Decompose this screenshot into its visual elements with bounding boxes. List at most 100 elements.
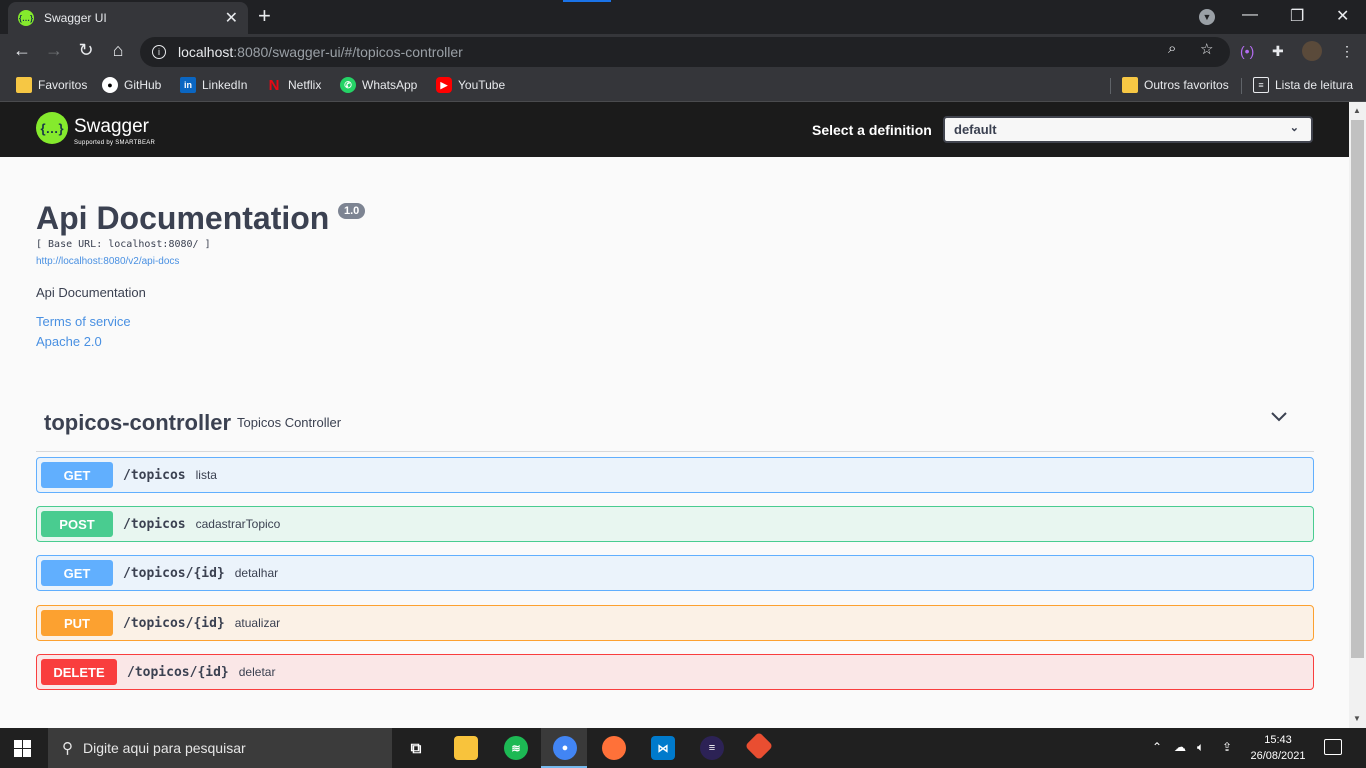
method-badge: GET: [41, 462, 113, 488]
bookmark-lista-de-leitura[interactable]: ≡ Lista de leitura: [1253, 77, 1353, 93]
address-url[interactable]: localhost:8080/swagger-ui/#/topicos-cont…: [178, 44, 463, 60]
bookmark-linkedin[interactable]: in LinkedIn: [180, 77, 247, 93]
clock-time: 15:43: [1264, 734, 1292, 746]
windows-taskbar: ⚲ Digite aqui para pesquisar ⧉ ≋ ● ⋈ ≡ ⌃…: [0, 728, 1366, 768]
operation-path: /topicos: [123, 516, 186, 532]
operation-summary: deletar: [238, 665, 276, 679]
github-icon: ●: [102, 77, 118, 93]
controller-description: Topicos Controller: [237, 415, 342, 430]
operation-put-topicos-id[interactable]: PUT /topicos/{id} atualizar: [36, 605, 1314, 641]
bookmark-star-icon[interactable]: ☆: [1200, 40, 1213, 58]
bookmark-favoritos[interactable]: Favoritos: [16, 77, 87, 93]
taskbar-search[interactable]: ⚲ Digite aqui para pesquisar: [48, 728, 392, 768]
method-badge: PUT: [41, 610, 113, 636]
bookmark-label: YouTube: [458, 78, 506, 92]
bookmarks-separator: [1110, 78, 1111, 94]
forward-icon[interactable]: →: [42, 40, 66, 61]
operation-get-topicos[interactable]: GET /topicos lista: [36, 457, 1314, 493]
new-tab-button[interactable]: +: [258, 5, 271, 27]
bookmark-label: GitHub: [124, 78, 162, 92]
extension-icon[interactable]: (•): [1240, 43, 1254, 59]
operation-path: /topicos/{id}: [127, 664, 229, 680]
api-title: Api Documentation: [36, 200, 330, 236]
close-window-button[interactable]: ✕: [1336, 6, 1349, 26]
vscode-icon[interactable]: ⋈: [651, 736, 675, 760]
swagger-logo-text[interactable]: Swagger: [74, 116, 149, 138]
api-description: Api Documentation: [36, 285, 146, 300]
linkedin-icon: in: [180, 77, 196, 93]
extensions-puzzle-icon[interactable]: ✚: [1272, 43, 1284, 60]
operation-delete-topicos-id[interactable]: DELETE /topicos/{id} deletar: [36, 654, 1314, 690]
license-link[interactable]: Apache 2.0: [36, 334, 102, 349]
bookmark-label: WhatsApp: [362, 78, 418, 92]
chevron-down-icon[interactable]: [1270, 410, 1288, 426]
operation-path: /topicos/{id}: [123, 565, 225, 581]
chrome-menu-icon[interactable]: ⋮: [1340, 43, 1354, 60]
notification-center-icon[interactable]: [1324, 739, 1342, 755]
tab-title: Swagger UI: [44, 11, 107, 25]
search-icon: ⚲: [62, 740, 73, 757]
method-badge: DELETE: [41, 659, 117, 685]
address-bar[interactable]: i localhost:8080/swagger-ui/#/topicos-co…: [140, 37, 1230, 67]
tab-search-icon[interactable]: ▼: [1199, 9, 1215, 25]
minimize-button[interactable]: —: [1242, 6, 1258, 24]
definition-select[interactable]: default ⌄: [943, 116, 1313, 143]
bookmark-whatsapp[interactable]: ✆ WhatsApp: [340, 77, 417, 93]
tab-swagger-ui[interactable]: {…} Swagger UI ✕: [8, 2, 248, 34]
bookmark-youtube[interactable]: ▶ YouTube: [436, 77, 505, 93]
controller-header[interactable]: topicos-controller Topicos Controller: [36, 404, 1314, 452]
operation-summary: atualizar: [234, 616, 281, 630]
windows-start-icon[interactable]: [14, 740, 31, 757]
browser-toolbar: ← → ↻ ⌂ i localhost:8080/swagger-ui/#/to…: [0, 34, 1366, 70]
folder-icon: [16, 77, 32, 93]
maximize-button[interactable]: ❐: [1290, 6, 1304, 26]
eclipse-icon[interactable]: ≡: [700, 736, 724, 760]
swagger-logo-icon[interactable]: {…}: [36, 112, 68, 144]
file-explorer-icon[interactable]: [454, 736, 478, 760]
method-badge: GET: [41, 560, 113, 586]
terms-of-service-link[interactable]: Terms of service: [36, 314, 131, 329]
bookmark-github[interactable]: ● GitHub: [102, 77, 161, 93]
bookmark-outros-favoritos[interactable]: Outros favoritos: [1122, 77, 1229, 93]
onedrive-cloud-icon[interactable]: ☁: [1174, 740, 1186, 754]
home-icon[interactable]: ⌂: [106, 40, 130, 61]
operation-path: /topicos/{id}: [123, 615, 225, 631]
bookmark-label: LinkedIn: [202, 78, 248, 92]
youtube-icon: ▶: [436, 77, 452, 93]
operation-summary: detalhar: [234, 566, 279, 580]
chevron-down-icon: ⌄: [1289, 122, 1299, 134]
tray-chevron-up-icon[interactable]: ⌃: [1152, 740, 1162, 754]
scroll-down-icon[interactable]: ▼: [1353, 714, 1361, 723]
controller-name: topicos-controller: [44, 410, 232, 435]
scroll-up-icon[interactable]: ▲: [1353, 106, 1361, 115]
volume-icon[interactable]: 🔈︎: [1197, 740, 1204, 755]
bookmark-netflix[interactable]: N Netflix: [266, 77, 322, 94]
taskbar-clock[interactable]: 15:43 26/08/2021: [1244, 732, 1312, 764]
spotify-icon[interactable]: ≋: [504, 736, 528, 760]
operation-get-topicos-id[interactable]: GET /topicos/{id} detalhar: [36, 555, 1314, 591]
page-scrollbar[interactable]: ▲ ▼: [1349, 102, 1366, 728]
bookmarks-bar: Favoritos ● GitHub in LinkedIn N Netflix…: [0, 70, 1366, 102]
site-info-icon[interactable]: i: [152, 45, 166, 59]
definition-label: Select a definition: [812, 122, 932, 138]
bookmark-label: Lista de leitura: [1275, 78, 1354, 92]
task-view-icon[interactable]: ⧉: [404, 736, 428, 760]
git-icon[interactable]: [744, 731, 774, 761]
tab-strip-indicator: [563, 0, 611, 2]
tab-close-icon[interactable]: ✕: [225, 8, 238, 28]
scrollbar-thumb[interactable]: [1351, 120, 1364, 658]
firefox-icon[interactable]: [602, 736, 626, 760]
back-icon[interactable]: ←: [10, 40, 34, 61]
zoom-search-icon[interactable]: ⌕: [1168, 40, 1176, 57]
clock-date: 26/08/2021: [1250, 750, 1306, 762]
operation-summary: lista: [195, 468, 217, 482]
base-url: [ Base URL: localhost:8080/ ]: [36, 239, 211, 250]
profile-avatar[interactable]: [1302, 41, 1322, 61]
operation-post-topicos[interactable]: POST /topicos cadastrarTopico: [36, 506, 1314, 542]
api-docs-link[interactable]: http://localhost:8080/v2/api-docs: [36, 256, 179, 267]
whatsapp-icon: ✆: [340, 77, 356, 93]
reading-list-icon: ≡: [1253, 77, 1269, 93]
reload-icon[interactable]: ↻: [74, 40, 98, 61]
cloud-upload-icon[interactable]: ⇪: [1222, 740, 1232, 754]
chrome-icon[interactable]: ●: [553, 736, 577, 760]
